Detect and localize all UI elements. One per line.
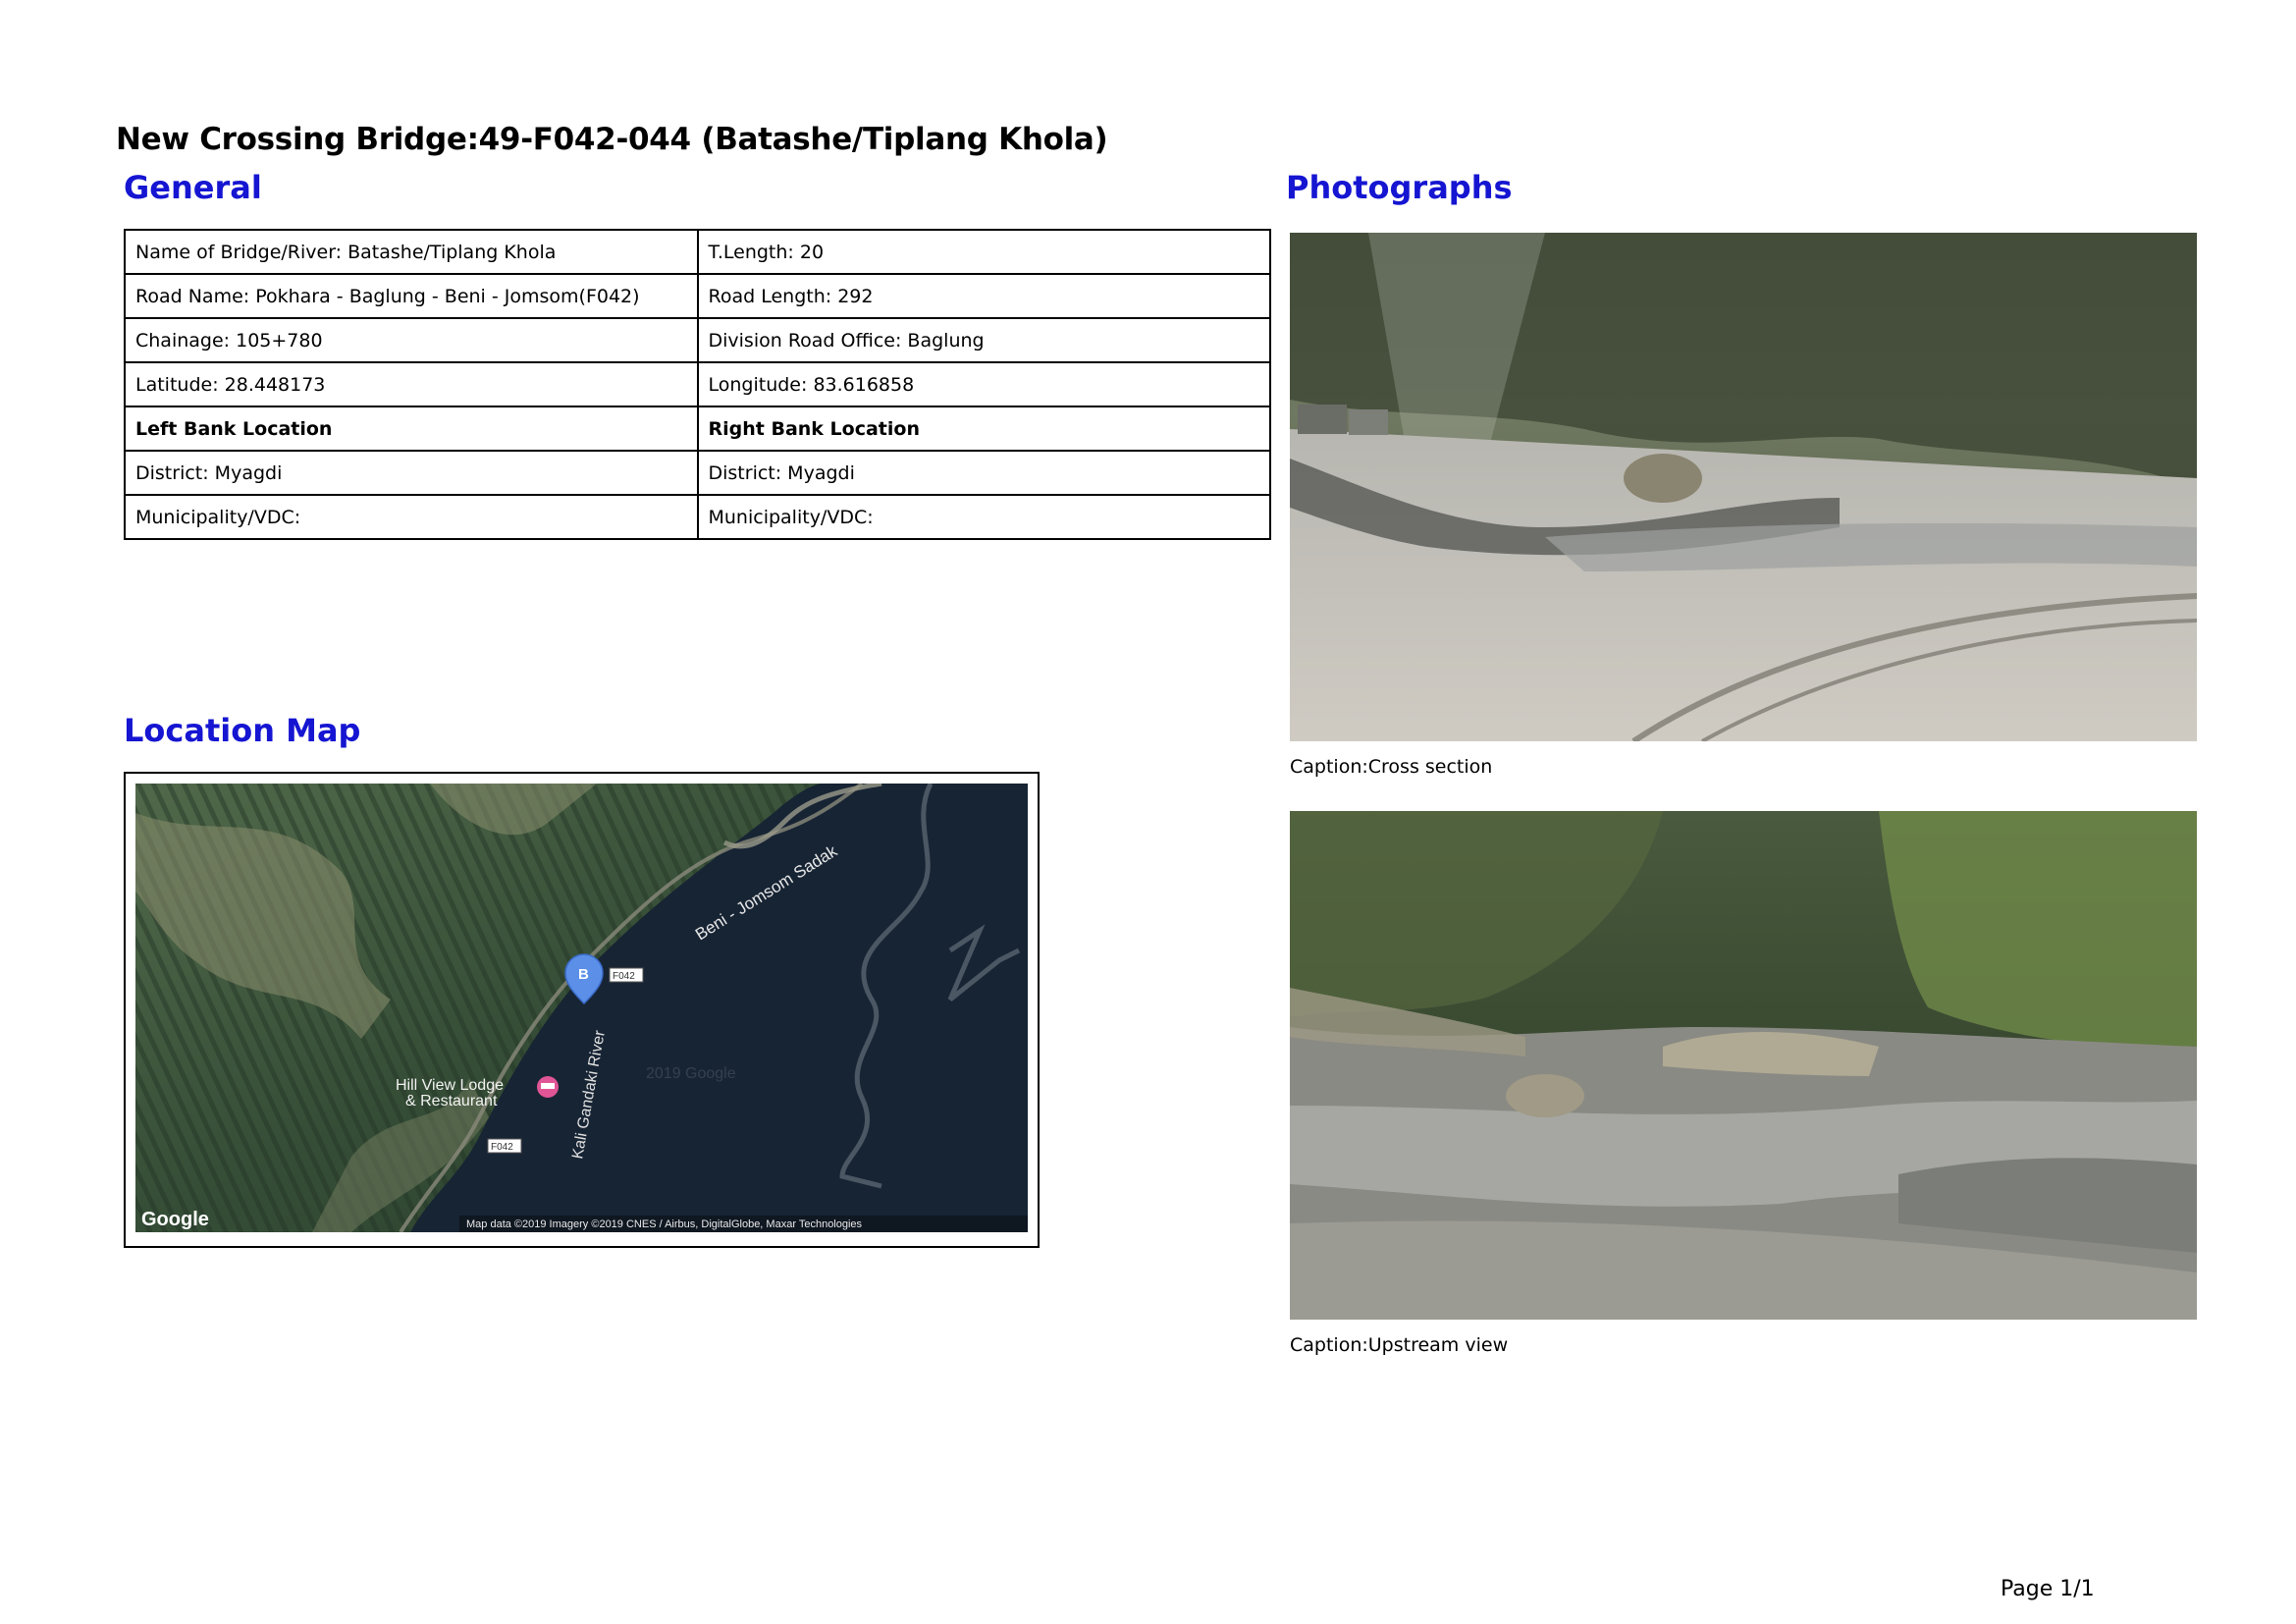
photo-caption: Caption:Cross section: [1290, 756, 1493, 778]
google-logo: Google: [141, 1209, 209, 1230]
chainage-cell: Chainage: 105+780: [124, 317, 699, 363]
route-badge: F042: [613, 971, 635, 982]
cross-section-photo: [1290, 233, 2197, 741]
left-bank-header: Left Bank Location: [124, 406, 699, 452]
right-district-cell: District: Myagdi: [696, 450, 1271, 496]
division-office-cell: Division Road Office: Baglung: [696, 317, 1271, 363]
poi-label: & Restaurant: [405, 1093, 498, 1110]
table-row: District: Myagdi District: Myagdi: [124, 450, 1271, 496]
upstream-view-photo: [1290, 811, 2197, 1320]
left-district-cell: District: Myagdi: [124, 450, 699, 496]
location-map-frame: Beni - Jomsom Sadak F042 F042 B Hill Vie…: [124, 772, 1040, 1248]
map-watermark: 2019 Google: [646, 1065, 736, 1082]
right-municipality-cell: Municipality/VDC:: [696, 494, 1271, 540]
photographs-heading: Photographs: [1286, 169, 1513, 206]
bridge-name-cell: Name of Bridge/River: Batashe/Tiplang Kh…: [124, 229, 699, 275]
left-municipality-cell: Municipality/VDC:: [124, 494, 699, 540]
road-name-cell: Road Name: Pokhara - Baglung - Beni - Jo…: [124, 273, 699, 319]
map-attribution: Map data ©2019 Imagery ©2019 CNES / Airb…: [466, 1218, 863, 1230]
table-row: Municipality/VDC: Municipality/VDC:: [124, 494, 1271, 540]
general-info-table: Name of Bridge/River: Batashe/Tiplang Kh…: [124, 229, 1271, 540]
road-length-cell: Road Length: 292: [696, 273, 1271, 319]
right-bank-header: Right Bank Location: [696, 406, 1271, 452]
total-length-cell: T.Length: 20: [696, 229, 1271, 275]
document-title: New Crossing Bridge:49-F042-044 (Batashe…: [116, 122, 1108, 157]
table-row: Name of Bridge/River: Batashe/Tiplang Kh…: [124, 229, 1271, 275]
table-row: Latitude: 28.448173 Longitude: 83.616858: [124, 361, 1271, 407]
marker-letter: B: [578, 966, 589, 983]
photo-caption: Caption:Upstream view: [1290, 1334, 1509, 1356]
route-badge: F042: [491, 1142, 513, 1153]
table-row: Left Bank Location Right Bank Location: [124, 406, 1271, 452]
latitude-cell: Latitude: 28.448173: [124, 361, 699, 407]
hotel-icon[interactable]: [537, 1076, 559, 1098]
general-heading: General: [124, 169, 262, 206]
location-map-heading: Location Map: [124, 712, 361, 749]
table-row: Road Name: Pokhara - Baglung - Beni - Jo…: [124, 273, 1271, 319]
poi-label: Hill View Lodge: [396, 1077, 504, 1094]
location-map[interactable]: Beni - Jomsom Sadak F042 F042 B Hill Vie…: [135, 784, 1028, 1232]
table-row: Chainage: 105+780 Division Road Office: …: [124, 317, 1271, 363]
page-number: Page 1/1: [2001, 1577, 2095, 1601]
longitude-cell: Longitude: 83.616858: [696, 361, 1271, 407]
